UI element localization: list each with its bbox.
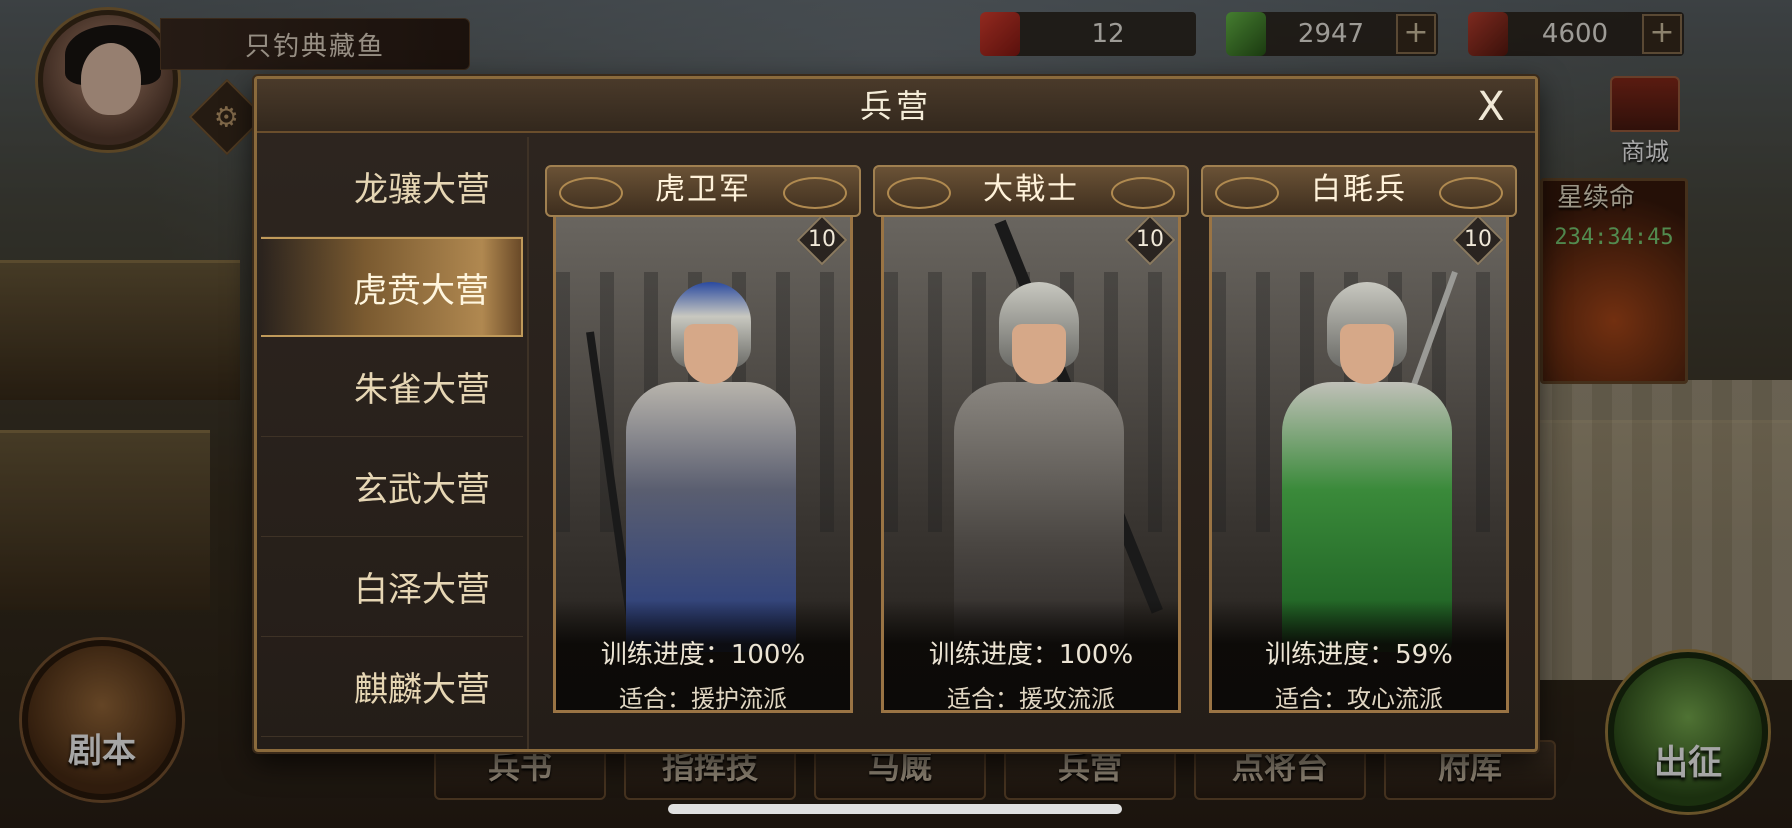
card-portrait: 10 训练进度：100% 适合：援护流派	[553, 209, 853, 713]
card-portrait: 10 训练进度：100% 适合：援攻流派	[881, 209, 1181, 713]
soldier-illustration	[626, 272, 796, 652]
troop-card-list: 10 训练进度：100% 适合：援护流派 虎卫军 10 训练进度：100% 适合…	[545, 165, 1517, 713]
nav-item-qilin[interactable]: 麒麟大营	[261, 637, 523, 737]
level-badge: 10	[1452, 214, 1504, 266]
modal-header: 兵营 X	[257, 79, 1535, 133]
nav-item-longxiang[interactable]: 龙骧大营	[261, 137, 523, 237]
modal-title: 兵营	[859, 87, 932, 125]
training-progress: 训练进度：100%	[928, 640, 1134, 670]
troop-card-dajishi[interactable]: 10 训练进度：100% 适合：援攻流派 大戟士	[873, 165, 1189, 713]
nav-item-baize[interactable]: 白泽大营	[261, 537, 523, 637]
training-progress: 训练进度：100%	[600, 640, 806, 670]
level-value: 10	[1136, 227, 1164, 252]
card-info: 训练进度：100% 适合：援护流派	[556, 600, 850, 710]
home-indicator[interactable]	[668, 804, 1122, 814]
training-progress: 训练进度：59%	[1265, 640, 1453, 670]
suited-style: 适合：攻心流派	[1275, 685, 1443, 713]
troop-card-baierbing[interactable]: 10 训练进度：59% 适合：攻心流派 白毦兵	[1201, 165, 1517, 713]
soldier-face	[684, 324, 738, 384]
level-badge: 10	[1124, 214, 1176, 266]
barracks-modal: 兵营 X 龙骧大营 虎贲大营 朱雀大营 玄武大营 白泽大营 麒麟大营 10 训练…	[254, 76, 1538, 752]
close-button[interactable]: X	[1469, 85, 1513, 129]
soldier-face	[1012, 324, 1066, 384]
troop-card-huweijun[interactable]: 10 训练进度：100% 适合：援护流派 虎卫军	[545, 165, 861, 713]
level-value: 10	[808, 227, 836, 252]
camp-nav: 龙骧大营 虎贲大营 朱雀大营 玄武大营 白泽大营 麒麟大营	[261, 137, 523, 747]
soldier-face	[1340, 324, 1394, 384]
level-value: 10	[1464, 227, 1492, 252]
suited-style: 适合：援护流派	[619, 685, 787, 713]
card-title: 大戟士	[873, 165, 1189, 217]
card-info: 训练进度：100% 适合：援攻流派	[884, 600, 1178, 710]
nav-item-zhuque[interactable]: 朱雀大营	[261, 337, 523, 437]
nav-item-xuanwu[interactable]: 玄武大营	[261, 437, 523, 537]
soldier-illustration	[954, 272, 1124, 652]
card-title: 白毦兵	[1201, 165, 1517, 217]
suited-style: 适合：援攻流派	[947, 685, 1115, 713]
nav-item-huben[interactable]: 虎贲大营	[261, 237, 523, 337]
level-badge: 10	[796, 214, 848, 266]
card-info: 训练进度：59% 适合：攻心流派	[1212, 600, 1506, 710]
card-title: 虎卫军	[545, 165, 861, 217]
nav-divider	[527, 137, 529, 749]
card-portrait: 10 训练进度：59% 适合：攻心流派	[1209, 209, 1509, 713]
soldier-illustration	[1282, 272, 1452, 652]
